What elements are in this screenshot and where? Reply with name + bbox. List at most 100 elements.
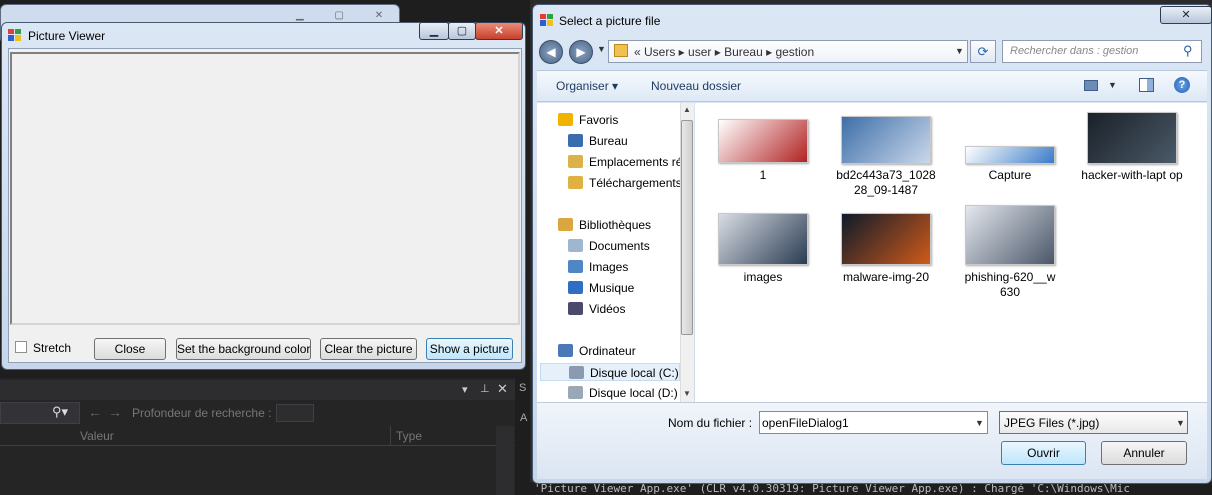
minimize-icon: ▁ xyxy=(429,25,439,37)
column-header-type[interactable]: Type xyxy=(396,429,422,443)
refresh-icon: ⟳ xyxy=(977,44,989,59)
stretch-label[interactable]: Stretch xyxy=(33,341,71,355)
forward-button[interactable]: ▶ xyxy=(569,40,593,64)
column-header-valeur[interactable]: Valeur xyxy=(80,429,114,443)
nav-item[interactable]: Bibliothèques xyxy=(558,216,680,234)
organize-menu[interactable]: Organiser ▾ xyxy=(556,79,618,93)
side-tab-s[interactable]: S xyxy=(519,382,526,394)
nav-item-label: Musique xyxy=(589,281,635,295)
close-icon: ✕ xyxy=(1181,9,1191,21)
nav-item-label: Bureau xyxy=(589,134,628,148)
search-icon[interactable]: ⚲ xyxy=(1183,43,1193,59)
app-icon xyxy=(8,29,21,41)
nav-item[interactable]: Ordinateur xyxy=(558,342,680,360)
nav-item[interactable]: Disque local (D:) xyxy=(568,384,680,402)
recent-locations-dropdown[interactable]: ▼ xyxy=(597,44,606,54)
search-depth-dropdown[interactable] xyxy=(276,404,314,422)
change-view-icon[interactable] xyxy=(1084,80,1098,91)
maximize-button[interactable]: ▢ xyxy=(448,22,476,40)
chevron-down-icon[interactable]: ▼ xyxy=(1176,418,1185,428)
side-tab-a[interactable]: A xyxy=(520,412,527,424)
clear-picture-button[interactable]: Clear the picture xyxy=(320,338,417,360)
nav-item-label: Bibliothèques xyxy=(579,218,652,232)
dialog-app-icon xyxy=(540,14,553,26)
file-thumbnail[interactable] xyxy=(1087,112,1177,164)
arrow-left-icon: ◀ xyxy=(546,45,556,59)
open-button[interactable]: Ouvrir xyxy=(1001,441,1086,465)
preview-pane-marker xyxy=(1147,79,1153,91)
file-label[interactable]: hacker-with-lapt op xyxy=(1077,168,1187,183)
computer-icon xyxy=(558,344,573,357)
panel-dropdown-icon[interactable]: ▾ xyxy=(462,383,468,396)
drive-icon xyxy=(569,366,584,379)
background-color-button[interactable]: Set the background color xyxy=(176,338,311,360)
nav-item[interactable]: Favoris xyxy=(558,111,680,129)
ide-grid-header xyxy=(0,426,515,446)
chevron-down-icon[interactable]: ▼ xyxy=(955,46,964,56)
panel-close-icon[interactable]: ✕ xyxy=(497,381,508,397)
picture-box xyxy=(10,52,520,325)
nav-item-label: Documents xyxy=(589,239,650,253)
search-icon[interactable]: ⚲▾ xyxy=(52,404,68,420)
file-label[interactable]: phishing-620__w 630 xyxy=(955,270,1065,300)
address-path[interactable]: « Users ▸ user ▸ Bureau ▸ gestion xyxy=(634,45,814,59)
nav-item[interactable]: Téléchargements xyxy=(568,174,680,192)
file-thumbnail[interactable] xyxy=(965,146,1055,164)
search-placeholder: Rechercher dans : gestion xyxy=(1010,45,1139,57)
file-thumbnail[interactable] xyxy=(718,119,808,163)
window-title: Picture Viewer xyxy=(28,29,106,43)
nav-item[interactable]: Documents xyxy=(568,237,680,255)
dialog-close-button[interactable]: ✕ xyxy=(1160,6,1212,24)
ide-nav-arrows[interactable]: ←→ xyxy=(88,404,128,420)
file-label[interactable]: Capture xyxy=(955,168,1065,183)
dialog-toolbar xyxy=(537,70,1207,102)
nav-item[interactable]: Vidéos xyxy=(568,300,680,318)
nav-item[interactable]: Disque local (C:) xyxy=(540,363,680,381)
ide-panel-header: ▾ ⊥ ✕ xyxy=(0,380,515,400)
cancel-button[interactable]: Annuler xyxy=(1101,441,1187,465)
images-icon xyxy=(568,260,583,273)
refresh-button[interactable]: ⟳ xyxy=(970,40,996,63)
view-dropdown[interactable]: ▼ xyxy=(1108,80,1117,90)
file-label[interactable]: 1 xyxy=(708,168,818,183)
show-picture-button[interactable]: Show a picture xyxy=(426,338,513,360)
folder-icon xyxy=(614,44,628,57)
scroll-down-icon[interactable]: ▼ xyxy=(683,389,691,398)
file-label[interactable]: images xyxy=(708,270,818,285)
libraries-icon xyxy=(558,218,573,231)
file-thumbnail[interactable] xyxy=(841,116,931,164)
nav-item-label: Emplacements ré xyxy=(589,155,680,169)
scroll-up-icon[interactable]: ▲ xyxy=(683,105,691,114)
ide-scrollbar[interactable] xyxy=(496,426,514,495)
back-button[interactable]: ◀ xyxy=(539,40,563,64)
file-label[interactable]: bd2c443a73_1028 28_09-1487 xyxy=(831,168,941,198)
ide-side-tabs xyxy=(515,378,530,495)
file-label[interactable]: malware-img-20 xyxy=(831,270,941,285)
pin-icon[interactable]: ⊥ xyxy=(480,382,490,395)
file-type-value[interactable]: JPEG Files (*.jpg) xyxy=(1004,416,1099,430)
help-icon[interactable]: ? xyxy=(1174,77,1190,93)
scrollbar-thumb[interactable] xyxy=(681,120,693,335)
nav-item-label: Disque local (C:) xyxy=(590,366,679,380)
nav-item-label: Favoris xyxy=(579,113,619,127)
file-thumbnail[interactable] xyxy=(841,213,931,265)
nav-item-label: Disque local (D:) xyxy=(589,386,678,400)
music-icon xyxy=(568,281,583,294)
star-icon xyxy=(558,113,573,126)
nav-item[interactable]: Emplacements ré xyxy=(568,153,680,171)
maximize-icon: ▢ xyxy=(456,25,468,37)
close-window-button[interactable]: ✕ xyxy=(475,22,523,40)
nav-item[interactable]: Bureau xyxy=(568,132,680,150)
nav-item[interactable]: Images xyxy=(568,258,680,276)
file-thumbnail[interactable] xyxy=(718,213,808,265)
new-folder-button[interactable]: Nouveau dossier xyxy=(651,79,741,93)
stretch-checkbox[interactable] xyxy=(15,341,27,353)
filename-value[interactable]: openFileDialog1 xyxy=(762,416,849,430)
downloads-icon xyxy=(568,176,583,189)
close-button[interactable]: Close xyxy=(94,338,166,360)
nav-item-label: Ordinateur xyxy=(579,344,636,358)
nav-item[interactable]: Musique xyxy=(568,279,680,297)
filename-dropdown[interactable]: ▼ xyxy=(975,418,984,428)
file-thumbnail[interactable] xyxy=(965,205,1055,265)
minimize-button[interactable]: ▁ xyxy=(419,22,449,40)
